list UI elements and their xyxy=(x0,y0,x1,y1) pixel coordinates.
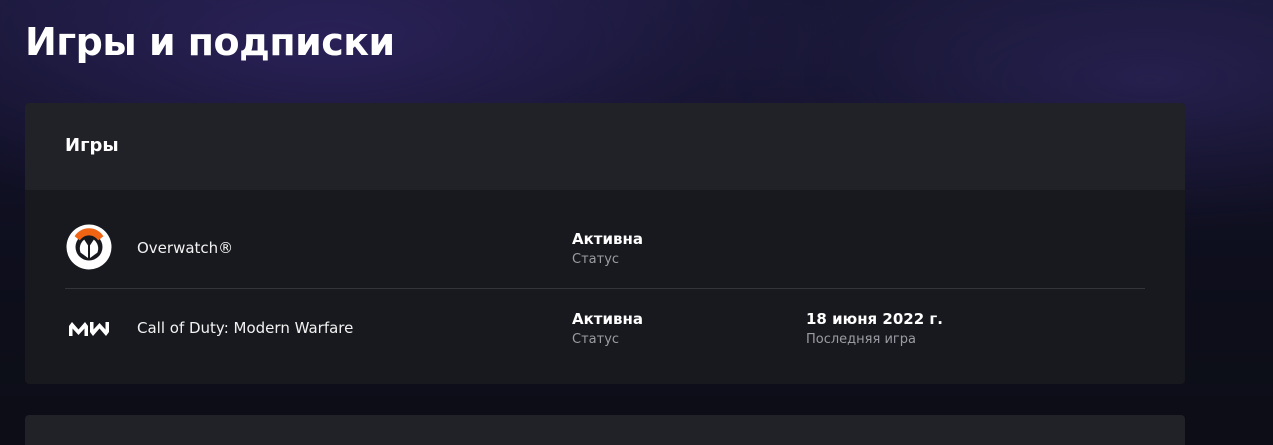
games-list: Overwatch® Активна Статус Call of Duty: … xyxy=(65,190,1145,369)
status-value: Активна xyxy=(572,310,643,328)
games-card-header: Игры xyxy=(25,103,1185,190)
game-status: Активна Статус xyxy=(572,310,643,348)
games-card: Игры Overwatch® Активна Статус Call of D… xyxy=(25,103,1185,384)
subscriptions-card xyxy=(25,415,1185,445)
status-value: Активна xyxy=(572,230,643,248)
game-last-played: 18 июня 2022 г. Последняя игра xyxy=(806,310,943,348)
game-row-modern-warfare[interactable]: Call of Duty: Modern Warfare Активна Ста… xyxy=(65,289,1145,369)
overwatch-logo-icon xyxy=(65,223,113,271)
status-label: Статус xyxy=(572,252,620,267)
last-played-value: 18 июня 2022 г. xyxy=(806,310,943,328)
game-status: Активна Статус xyxy=(572,230,643,268)
last-played-label: Последняя игра xyxy=(806,332,916,347)
status-label: Статус xyxy=(572,332,620,347)
game-name[interactable]: Call of Duty: Modern Warfare xyxy=(137,319,353,337)
games-section-title: Игры xyxy=(65,135,119,156)
game-row-overwatch[interactable]: Overwatch® Активна Статус xyxy=(65,190,1145,289)
page-title: Игры и подписки xyxy=(25,20,395,64)
game-name[interactable]: Overwatch® xyxy=(137,239,233,257)
modern-warfare-logo-icon xyxy=(65,305,113,353)
